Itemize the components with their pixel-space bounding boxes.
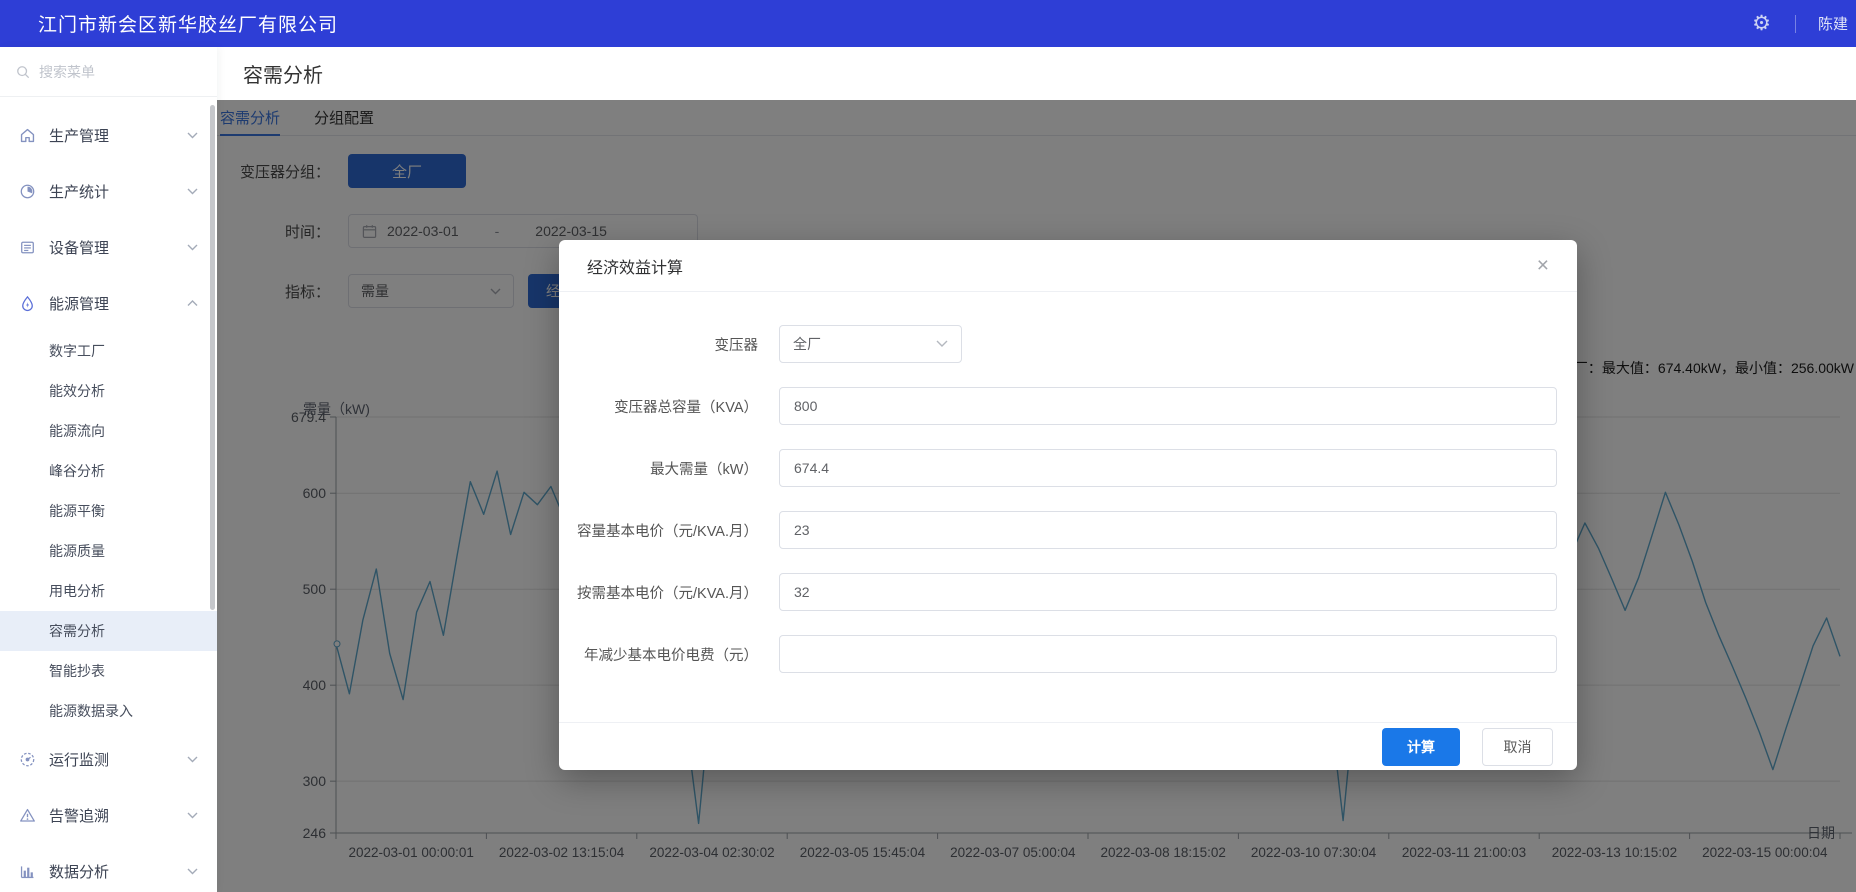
page-header: 容需分析 (217, 47, 1856, 100)
demand-price-input[interactable]: 32 (779, 573, 1557, 611)
chevron-down-icon (187, 756, 198, 763)
app-header: 江门市新会区新华胶丝厂有限公司 ⚙ 陈建 (0, 0, 1856, 47)
sidebar-subitem-label: 容需分析 (49, 621, 105, 641)
sidebar-subitem-label: 用电分析 (49, 581, 105, 601)
sidebar-nav: 生产管理 生产统计 设备管理 (0, 97, 217, 892)
sidebar-subitem-label: 能源质量 (49, 541, 105, 561)
close-icon[interactable]: × (1537, 255, 1549, 276)
annual-saving-input[interactable] (779, 635, 1557, 673)
sidebar-item-energy-data-entry[interactable]: 能源数据录入 (0, 691, 217, 731)
home-icon (19, 127, 36, 144)
monitor-gauge-icon (19, 751, 36, 768)
transformer-select-value: 全厂 (793, 334, 821, 354)
sidebar-item-energy-management[interactable]: 能源管理 (0, 275, 217, 331)
transformer-select[interactable]: 全厂 (779, 325, 962, 363)
cancel-button[interactable]: 取消 (1482, 728, 1553, 766)
sidebar-item-digital-factory[interactable]: 数字工厂 (0, 331, 217, 371)
sidebar-item-data-analysis[interactable]: 数据分析 (0, 843, 217, 892)
sidebar-item-label: 设备管理 (49, 237, 109, 258)
sidebar-item-label: 告警追溯 (49, 805, 109, 826)
sidebar-item-label: 生产统计 (49, 181, 109, 202)
pie-chart-icon (19, 183, 36, 200)
user-name[interactable]: 陈建 (1818, 13, 1848, 34)
sidebar-subitem-label: 智能抄表 (49, 661, 105, 681)
energy-drop-icon (19, 295, 36, 312)
sidebar-item-energy-efficiency[interactable]: 能效分析 (0, 371, 217, 411)
chevron-down-icon (936, 340, 948, 348)
sidebar-subitem-label: 能效分析 (49, 381, 105, 401)
modal-body: 变压器 全厂 变压器总容量（KVA） 800 最大需量（kW） 674.4 容量… (559, 292, 1577, 722)
gear-icon[interactable]: ⚙ (1752, 11, 1771, 36)
sidebar-item-device-management[interactable]: 设备管理 (0, 219, 217, 275)
chevron-down-icon (187, 244, 198, 251)
max-demand-label: 最大需量（kW） (559, 458, 758, 479)
sidebar-item-label: 运行监测 (49, 749, 109, 770)
page-title: 容需分析 (243, 59, 323, 88)
chevron-down-icon (187, 868, 198, 875)
sidebar-item-label: 生产管理 (49, 125, 109, 146)
sidebar-item-alarm-trace[interactable]: 告警追溯 (0, 787, 217, 843)
sidebar-item-production-statistics[interactable]: 生产统计 (0, 163, 217, 219)
sidebar-item-label: 能源管理 (49, 293, 109, 314)
sidebar-item-capacity-demand-analysis[interactable]: 容需分析 (0, 611, 217, 651)
sidebar-item-operation-monitoring[interactable]: 运行监测 (0, 731, 217, 787)
modal-title: 经济效益计算 (587, 254, 683, 278)
economic-benefit-modal: 经济效益计算 × 变压器 全厂 变压器总容量（KVA） 800 最大需量（kW）… (559, 240, 1577, 770)
chevron-up-icon (187, 300, 198, 307)
alarm-triangle-icon (19, 807, 36, 824)
sidebar-item-smart-meter-reading[interactable]: 智能抄表 (0, 651, 217, 691)
sidebar-item-production-management[interactable]: 生产管理 (0, 107, 217, 163)
total-capacity-input[interactable]: 800 (779, 387, 1557, 425)
calculate-button[interactable]: 计算 (1382, 728, 1460, 766)
demand-price-label: 按需基本电价（元/KVA.月） (559, 582, 758, 603)
sidebar-scrollbar[interactable] (210, 105, 215, 610)
sidebar-item-power-analysis[interactable]: 用电分析 (0, 571, 217, 611)
transformer-label: 变压器 (559, 334, 758, 355)
capacity-price-label: 容量基本电价（元/KVA.月） (559, 520, 758, 541)
sidebar-subitem-label: 能源平衡 (49, 501, 105, 521)
search-placeholder: 搜索菜单 (39, 62, 95, 82)
sidebar-subitem-label: 峰谷分析 (49, 461, 105, 481)
sidebar-item-energy-flow[interactable]: 能源流向 (0, 411, 217, 451)
sidebar-subitem-label: 数字工厂 (49, 341, 105, 361)
capacity-price-input[interactable]: 23 (779, 511, 1557, 549)
chevron-down-icon (187, 812, 198, 819)
header-divider (1795, 15, 1796, 33)
modal-header: 经济效益计算 × (559, 240, 1577, 292)
sidebar-item-peak-valley[interactable]: 峰谷分析 (0, 451, 217, 491)
search-icon (16, 65, 30, 79)
menu-search-input[interactable]: 搜索菜单 (0, 47, 217, 97)
sidebar-item-energy-balance[interactable]: 能源平衡 (0, 491, 217, 531)
sidebar-item-label: 数据分析 (49, 861, 109, 882)
sidebar-subitem-label: 能源数据录入 (49, 701, 133, 721)
modal-footer: 计算 取消 (559, 722, 1577, 770)
sidebar-subitem-label: 能源流向 (49, 421, 105, 441)
total-capacity-label: 变压器总容量（KVA） (559, 396, 758, 417)
device-list-icon (19, 239, 36, 256)
data-bar-icon (19, 863, 36, 880)
sidebar-item-energy-quality[interactable]: 能源质量 (0, 531, 217, 571)
company-title: 江门市新会区新华胶丝厂有限公司 (0, 10, 338, 37)
chevron-down-icon (187, 132, 198, 139)
max-demand-input[interactable]: 674.4 (779, 449, 1557, 487)
chevron-down-icon (187, 188, 198, 195)
annual-saving-label: 年减少基本电价电费（元） (559, 644, 758, 665)
sidebar: 搜索菜单 生产管理 生产统计 (0, 47, 217, 892)
